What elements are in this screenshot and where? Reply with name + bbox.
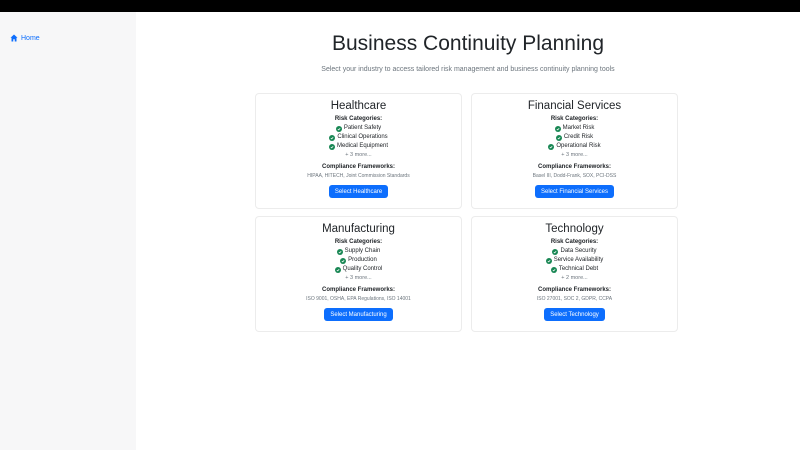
- select-manufacturing-button[interactable]: Select Manufacturing: [324, 308, 393, 321]
- risk-item: Patient Safety: [256, 124, 461, 133]
- risk-item: Service Availability: [472, 256, 677, 265]
- risk-categories-label: Risk Categories:: [550, 239, 599, 245]
- risk-item: Production: [256, 256, 461, 265]
- select-financial-services-button[interactable]: Select Financial Services: [534, 185, 615, 198]
- compliance-frameworks-label: Compliance Frameworks:: [537, 287, 612, 293]
- more-risks-text: + 2 more...: [561, 275, 588, 281]
- risk-item: Market Risk: [472, 124, 677, 133]
- select-healthcare-button[interactable]: Select Healthcare: [328, 185, 389, 198]
- industry-card-financial-services: Financial Services Risk Categories: Mark…: [471, 93, 678, 209]
- risk-item: Clinical Operations: [256, 133, 461, 142]
- compliance-frameworks-text: Basel III, Dodd-Frank, SOX, PCI-DSS: [532, 173, 617, 179]
- more-risks-text: + 3 more...: [561, 152, 588, 158]
- check-circle-icon: [554, 125, 561, 132]
- compliance-frameworks-label: Compliance Frameworks:: [537, 164, 612, 170]
- risk-label: Production: [348, 257, 377, 263]
- card-title: Manufacturing: [322, 223, 395, 235]
- home-link-label: Home: [21, 34, 40, 42]
- compliance-frameworks-text: ISO 27001, SOC 2, GDPR, CCPA: [536, 296, 613, 302]
- check-circle-icon: [328, 143, 335, 150]
- risk-categories-label: Risk Categories:: [550, 116, 599, 122]
- compliance-frameworks-text: ISO 9001, OSHA, EPA Regulations, ISO 140…: [306, 296, 411, 302]
- top-bar: [0, 0, 800, 12]
- check-circle-icon: [548, 143, 555, 150]
- industry-card-healthcare: Healthcare Risk Categories: Patient Safe…: [255, 93, 462, 209]
- check-circle-icon: [334, 266, 341, 273]
- risk-label: Medical Equipment: [336, 143, 389, 149]
- card-title: Financial Services: [527, 100, 622, 112]
- more-risks-text: + 3 more...: [345, 152, 372, 158]
- risk-list: Supply Chain Production Quality Control …: [256, 247, 461, 283]
- page-subtitle: Select your industry to access tailored …: [321, 66, 615, 73]
- check-circle-icon: [555, 134, 562, 141]
- risk-item: Data Security: [472, 247, 677, 256]
- industry-card-technology: Technology Risk Categories: Data Securit…: [471, 216, 678, 332]
- risk-categories-label: Risk Categories:: [334, 239, 383, 245]
- check-circle-icon: [335, 125, 342, 132]
- risk-label: Service Availability: [553, 257, 604, 263]
- check-circle-icon: [545, 257, 552, 264]
- check-circle-icon: [336, 248, 343, 255]
- risk-item: Medical Equipment: [256, 142, 461, 151]
- risk-item: Supply Chain: [256, 247, 461, 256]
- select-technology-button[interactable]: Select Technology: [544, 308, 605, 321]
- card-title: Technology: [545, 223, 604, 235]
- card-title: Healthcare: [330, 100, 387, 112]
- compliance-frameworks-label: Compliance Frameworks:: [321, 164, 396, 170]
- risk-label: Technical Debt: [558, 266, 599, 272]
- risk-item: Credit Risk: [472, 133, 677, 142]
- risk-label: Market Risk: [562, 125, 595, 131]
- compliance-frameworks-label: Compliance Frameworks:: [321, 287, 396, 293]
- risk-list: Patient Safety Clinical Operations Medic…: [256, 124, 461, 160]
- risk-label: Data Security: [560, 248, 597, 254]
- check-circle-icon: [329, 134, 336, 141]
- risk-item: Operational Risk: [472, 142, 677, 151]
- risk-label: Credit Risk: [563, 134, 594, 140]
- sidebar: Home: [0, 12, 136, 450]
- risk-item: Technical Debt: [472, 265, 677, 274]
- risk-label: Supply Chain: [344, 248, 381, 254]
- page-title: Business Continuity Planning: [332, 32, 604, 55]
- industry-card-manufacturing: Manufacturing Risk Categories: Supply Ch…: [255, 216, 462, 332]
- more-risks-text: + 3 more...: [345, 275, 372, 281]
- home-link[interactable]: Home: [10, 34, 40, 42]
- compliance-frameworks-text: HIPAA, HITECH, Joint Commission Standard…: [307, 173, 410, 179]
- risk-label: Operational Risk: [556, 143, 601, 149]
- risk-label: Clinical Operations: [337, 134, 388, 140]
- risk-list: Data Security Service Availability Techn…: [472, 247, 677, 283]
- risk-categories-label: Risk Categories:: [334, 116, 383, 122]
- risk-label: Quality Control: [342, 266, 383, 272]
- check-circle-icon: [340, 257, 347, 264]
- check-circle-icon: [550, 266, 557, 273]
- check-circle-icon: [552, 248, 559, 255]
- risk-label: Patient Safety: [343, 125, 382, 131]
- main-content: Business Continuity Planning Select your…: [136, 12, 800, 450]
- risk-item: Quality Control: [256, 265, 461, 274]
- risk-list: Market Risk Credit Risk Operational Risk…: [472, 124, 677, 160]
- home-icon: [10, 34, 18, 42]
